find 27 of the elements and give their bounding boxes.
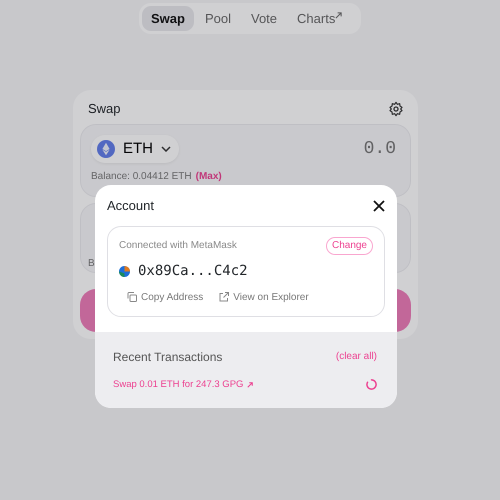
amount-field[interactable]: 0.0 (308, 134, 398, 164)
external-arrow-icon (247, 382, 254, 388)
balance-text: B (88, 258, 95, 268)
nav-tab[interactable]: Charts (288, 6, 352, 31)
explorer-link[interactable]: View on Explorer (219, 290, 309, 304)
avatar-icon (119, 266, 130, 276)
max-link[interactable]: (Max) (196, 168, 222, 184)
nav-tab[interactable]: Swap (142, 6, 194, 31)
card-title: Swap (88, 100, 121, 118)
nav-tab[interactable]: Vote (242, 6, 286, 31)
nav-tab[interactable]: Pool (196, 6, 240, 31)
chevron-icon (161, 146, 171, 152)
copy-icon (127, 292, 137, 302)
transaction-link[interactable]: Swap 0.01 ETH for 247.3 GPG (113, 378, 254, 392)
balance-text: Balance: 0.04412 ETH (91, 170, 192, 184)
token-selector[interactable]: ETH (91, 135, 179, 163)
clear-all-link[interactable]: (clear all) (336, 349, 377, 364)
wallet-label: Connected with MetaMask (119, 239, 237, 253)
account-address: 0x89Ca...C4c2 (138, 262, 248, 280)
section-title: Recent Transactions (113, 348, 222, 366)
close-icon[interactable] (373, 200, 385, 212)
modal-title: Account (107, 197, 154, 215)
change-button[interactable]: Change (326, 236, 373, 254)
copy-address-button[interactable]: Copy Address (127, 290, 204, 304)
token-icon (97, 140, 115, 158)
settings-icon[interactable] (388, 100, 404, 117)
external-link-icon (219, 292, 230, 302)
